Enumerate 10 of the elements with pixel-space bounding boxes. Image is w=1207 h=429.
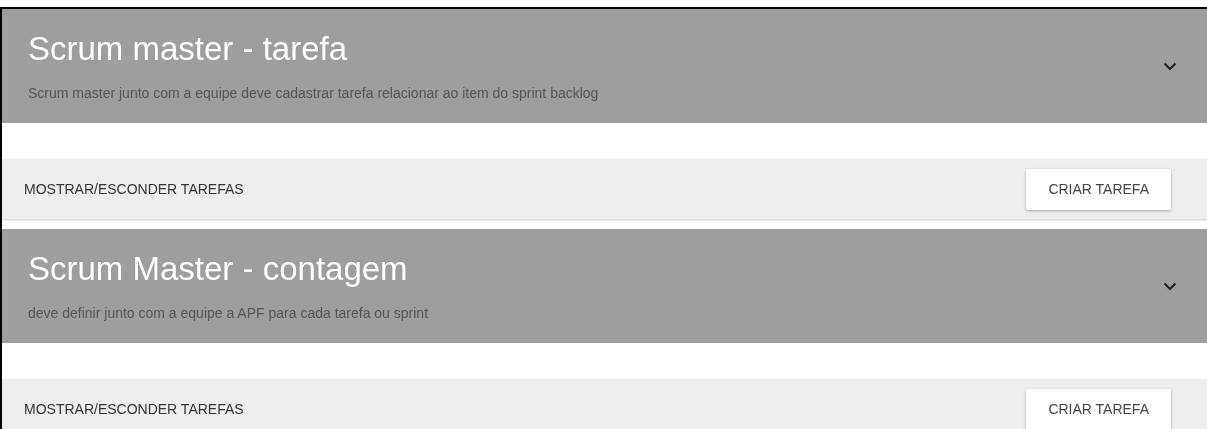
panel-title: Scrum master - tarefa: [28, 28, 349, 69]
create-task-button[interactable]: CRIAR TAREFA: [1026, 168, 1171, 210]
toggle-tasks-link[interactable]: MOSTRAR/ESCONDER TAREFAS: [24, 398, 244, 420]
toggle-tasks-link[interactable]: MOSTRAR/ESCONDER TAREFAS: [24, 178, 244, 200]
panel-description: Scrum master junto com a equipe deve cadastrar tarefa relacionar ao item do sprint backlog: [28, 83, 600, 103]
chevron-icon[interactable]: [1163, 61, 1177, 71]
chevron-icon[interactable]: [1163, 281, 1177, 291]
panel-description: deve definir junto com a equipe a APF para cada tarefa ou sprint: [28, 303, 430, 323]
create-task-button[interactable]: CRIAR TAREFA: [1026, 388, 1171, 429]
panel-title: Scrum Master - contagem: [28, 248, 409, 289]
